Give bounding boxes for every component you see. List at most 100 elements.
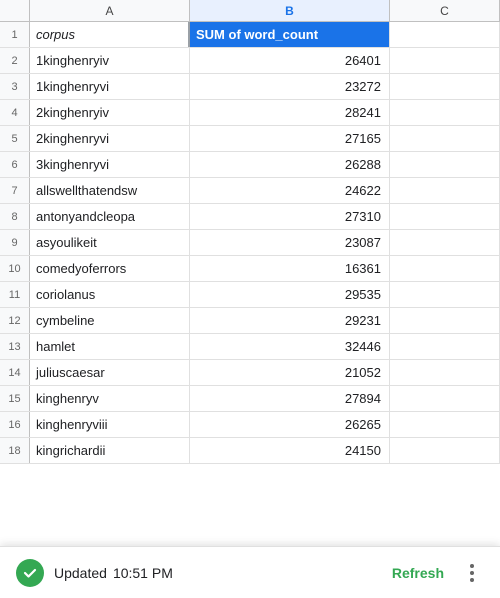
table-row: 21kinghenryiv26401 (0, 48, 500, 74)
cell-corpus[interactable]: hamlet (30, 334, 190, 359)
cell-corpus[interactable]: kingrichardii (30, 438, 190, 463)
cell-corpus[interactable]: 1kinghenryvi (30, 74, 190, 99)
row-num: 16 (0, 412, 30, 437)
cell-corpus[interactable]: 2kinghenryvi (30, 126, 190, 151)
cell-corpus[interactable]: 2kinghenryiv (30, 100, 190, 125)
cell-word-count[interactable]: 32446 (190, 334, 390, 359)
cell-word-count[interactable]: 23272 (190, 74, 390, 99)
row-num: 5 (0, 126, 30, 151)
table-row: 8antonyandcleopa27310 (0, 204, 500, 230)
row-num: 12 (0, 308, 30, 333)
cell-c[interactable] (390, 204, 500, 229)
status-bar: Updated 10:51 PM Refresh (0, 546, 500, 598)
row-num: 6 (0, 152, 30, 177)
table-row: 13hamlet32446 (0, 334, 500, 360)
cell-c[interactable] (390, 48, 500, 73)
row-num: 11 (0, 282, 30, 307)
cell-corpus[interactable]: 3kinghenryvi (30, 152, 190, 177)
cell-word-count[interactable]: 29231 (190, 308, 390, 333)
refresh-button[interactable]: Refresh (392, 565, 444, 581)
cell-word-count[interactable]: 29535 (190, 282, 390, 307)
row-num: 3 (0, 74, 30, 99)
col-c-header: C (390, 0, 500, 21)
row-num: 10 (0, 256, 30, 281)
table-row: 14juliuscaesar21052 (0, 360, 500, 386)
cell-c[interactable] (390, 334, 500, 359)
cell-word-count[interactable]: 21052 (190, 360, 390, 385)
cell-c[interactable] (390, 152, 500, 177)
cell-c[interactable] (390, 282, 500, 307)
cell-word-count[interactable]: 16361 (190, 256, 390, 281)
row-num: 8 (0, 204, 30, 229)
table-row: 52kinghenryvi27165 (0, 126, 500, 152)
cell-word-count[interactable]: 24150 (190, 438, 390, 463)
cell-word-count[interactable]: 26265 (190, 412, 390, 437)
table-row: 12cymbeline29231 (0, 308, 500, 334)
cell-c[interactable] (390, 178, 500, 203)
cell-corpus[interactable]: 1kinghenryiv (30, 48, 190, 73)
table-row: 18kingrichardii24150 (0, 438, 500, 464)
cell-word-count[interactable]: 27165 (190, 126, 390, 151)
table-row: 11coriolanus29535 (0, 282, 500, 308)
table-row: 7allswellthatendsw24622 (0, 178, 500, 204)
header-cell-c (390, 22, 500, 47)
cell-corpus[interactable]: asyoulikeit (30, 230, 190, 255)
more-options-button[interactable] (460, 561, 484, 585)
table-header-row: 1 corpus SUM of word_count (0, 22, 500, 48)
more-dot-2 (470, 571, 474, 575)
col-a-header: A (30, 0, 190, 21)
cell-c[interactable] (390, 360, 500, 385)
more-dot-3 (470, 578, 474, 582)
row-num: 14 (0, 360, 30, 385)
cell-c[interactable] (390, 386, 500, 411)
table-row: 9asyoulikeit23087 (0, 230, 500, 256)
row-num: 4 (0, 100, 30, 125)
cell-corpus[interactable]: antonyandcleopa (30, 204, 190, 229)
column-header-row: A B C (0, 0, 500, 22)
cell-corpus[interactable]: juliuscaesar (30, 360, 190, 385)
check-icon (16, 559, 44, 587)
cell-word-count[interactable]: 26288 (190, 152, 390, 177)
cell-corpus[interactable]: kinghenryv (30, 386, 190, 411)
table-row: 16kinghenryviii26265 (0, 412, 500, 438)
cell-corpus[interactable]: kinghenryviii (30, 412, 190, 437)
cell-word-count[interactable]: 27310 (190, 204, 390, 229)
col-b-header: B (190, 0, 390, 21)
row-num: 9 (0, 230, 30, 255)
header-cell-a: corpus (30, 22, 190, 47)
cell-corpus[interactable]: cymbeline (30, 308, 190, 333)
corner-cell (0, 0, 30, 21)
cell-c[interactable] (390, 126, 500, 151)
row-num: 13 (0, 334, 30, 359)
cell-c[interactable] (390, 230, 500, 255)
row-num: 1 (0, 22, 30, 47)
row-num: 15 (0, 386, 30, 411)
table-row: 63kinghenryvi26288 (0, 152, 500, 178)
table-row: 10comedyoferrors16361 (0, 256, 500, 282)
cell-c[interactable] (390, 308, 500, 333)
spreadsheet: A B C 1 corpus SUM of word_count 21kingh… (0, 0, 500, 598)
cell-word-count[interactable]: 24622 (190, 178, 390, 203)
data-rows: 21kinghenryiv2640131kinghenryvi2327242ki… (0, 48, 500, 464)
row-num: 7 (0, 178, 30, 203)
more-dot-1 (470, 564, 474, 568)
cell-c[interactable] (390, 256, 500, 281)
cell-c[interactable] (390, 74, 500, 99)
cell-corpus[interactable]: comedyoferrors (30, 256, 190, 281)
cell-word-count[interactable]: 27894 (190, 386, 390, 411)
table-row: 31kinghenryvi23272 (0, 74, 500, 100)
row-num: 18 (0, 438, 30, 463)
cell-c[interactable] (390, 100, 500, 125)
header-cell-b: SUM of word_count (190, 22, 390, 47)
table-row: 15kinghenryv27894 (0, 386, 500, 412)
cell-word-count[interactable]: 26401 (190, 48, 390, 73)
status-text: Updated (54, 565, 107, 581)
table-row: 42kinghenryiv28241 (0, 100, 500, 126)
cell-c[interactable] (390, 412, 500, 437)
cell-corpus[interactable]: coriolanus (30, 282, 190, 307)
cell-c[interactable] (390, 438, 500, 463)
row-num: 2 (0, 48, 30, 73)
cell-word-count[interactable]: 28241 (190, 100, 390, 125)
cell-corpus[interactable]: allswellthatendsw (30, 178, 190, 203)
cell-word-count[interactable]: 23087 (190, 230, 390, 255)
